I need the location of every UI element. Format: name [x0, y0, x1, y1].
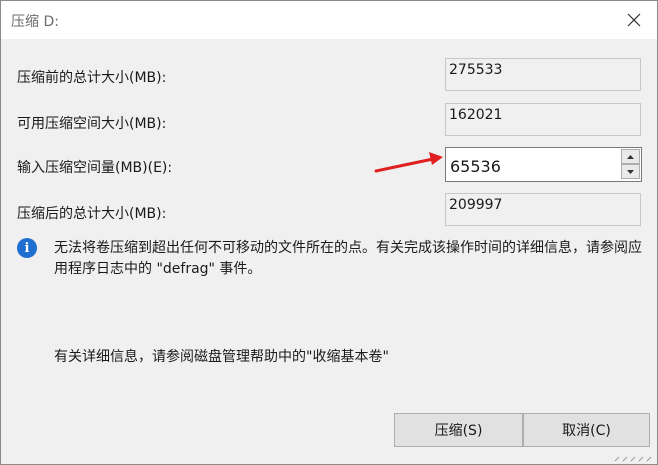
- cancel-button[interactable]: 取消(C): [523, 413, 650, 447]
- spin-down-button[interactable]: [621, 164, 640, 179]
- shrink-button[interactable]: 压缩(S): [394, 413, 523, 447]
- info-message: 无法将卷压缩到超出任何不可移动的文件所在的点。有关完成该操作时间的详细信息，请参…: [54, 240, 642, 277]
- caret-up-icon: [627, 154, 634, 159]
- available-space-label: 可用压缩空间大小(MB):: [17, 116, 167, 132]
- red-arrow-icon: [374, 152, 443, 173]
- total-before-label: 压缩前的总计大小(MB):: [17, 70, 167, 86]
- close-button[interactable]: [611, 1, 657, 39]
- help-reference-text: 有关详细信息，请参阅磁盘管理帮助中的"收缩基本卷": [54, 349, 389, 365]
- info-icon: i: [17, 238, 37, 258]
- caret-down-icon: [627, 169, 634, 174]
- shrink-amount-input[interactable]: [446, 148, 618, 181]
- total-after-label: 压缩后的总计大小(MB):: [17, 206, 167, 222]
- total-after-value: 209997: [445, 193, 641, 226]
- close-icon: [627, 13, 641, 27]
- shrink-amount-label: 输入压缩空间量(MB)(E):: [17, 160, 173, 176]
- spin-up-button[interactable]: [621, 149, 640, 164]
- shrink-amount-spinner: [445, 147, 642, 182]
- shrink-volume-dialog: 压缩 D: 压缩前的总计大小(MB): 275533 可用压缩空间大小(MB):…: [0, 0, 658, 465]
- resize-grip-icon[interactable]: [613, 456, 653, 462]
- title-bar: 压缩 D:: [1, 1, 657, 39]
- dialog-title: 压缩 D:: [11, 14, 59, 30]
- available-space-value: 162021: [445, 103, 641, 136]
- total-before-value: 275533: [445, 58, 641, 91]
